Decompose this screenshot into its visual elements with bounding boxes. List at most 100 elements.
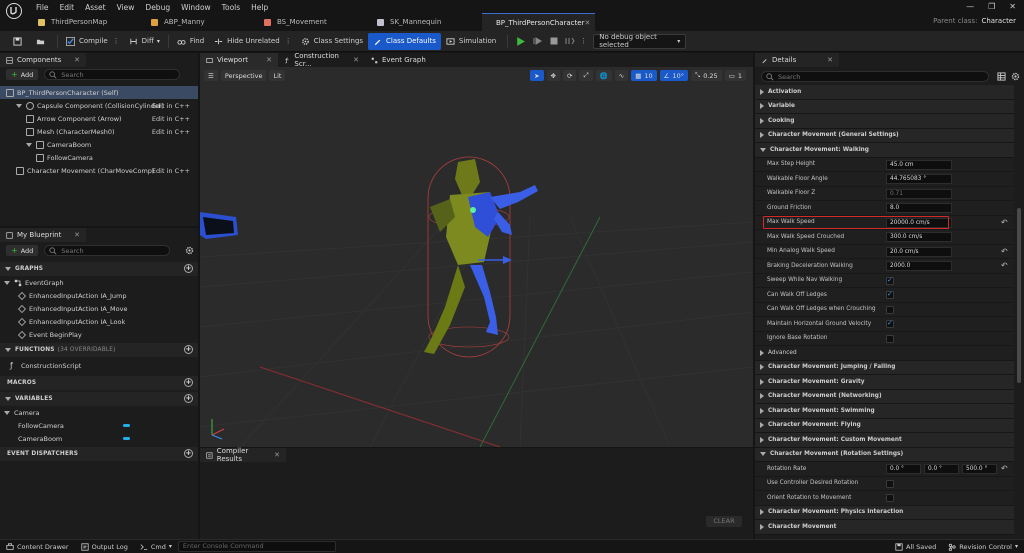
- variable-type-icon[interactable]: [123, 437, 130, 440]
- simulation-button[interactable]: Simulation: [441, 33, 501, 50]
- close-window-icon[interactable]: ✕: [1009, 2, 1016, 11]
- surface-snap-icon[interactable]: ∿: [614, 70, 629, 81]
- property-value-input[interactable]: 45.0 cm: [886, 159, 952, 170]
- viewport[interactable]: ☰ Perspective Lit ➤ ✥ ⟳ ⤢ 🌐 ∿ ▦ 10 ∠ 10° ⤡…: [200, 67, 753, 447]
- property-checkbox[interactable]: [886, 305, 894, 314]
- all-saved-button[interactable]: All Saved: [889, 540, 942, 553]
- component-item[interactable]: Character Movement (CharMoveComp) Edit in…: [0, 164, 198, 177]
- clear-button[interactable]: CLEAR: [706, 516, 742, 527]
- tab-details[interactable]: Details ✕: [755, 53, 839, 67]
- edit-in-cpp-link[interactable]: Edit in C++: [152, 115, 190, 123]
- menu-item-file[interactable]: File: [36, 3, 49, 12]
- details-category[interactable]: Advanced: [755, 346, 1014, 361]
- property-checkbox[interactable]: [886, 479, 894, 488]
- play-icon[interactable]: [515, 36, 526, 47]
- property-matrix-icon[interactable]: [997, 72, 1006, 81]
- stop-icon[interactable]: [549, 36, 559, 46]
- details-category[interactable]: Character Movement: Walking: [755, 143, 1014, 158]
- component-item[interactable]: FollowCamera: [0, 151, 198, 164]
- select-tool-icon[interactable]: ➤: [530, 70, 544, 81]
- details-category[interactable]: Character Movement (Networking): [755, 389, 1014, 404]
- menu-item-edit[interactable]: Edit: [60, 3, 75, 12]
- details-category[interactable]: Character Movement (Rotation Settings): [755, 447, 1014, 462]
- edit-in-cpp-link[interactable]: Edit in C++: [152, 167, 190, 175]
- minimize-icon[interactable]: —: [966, 2, 974, 11]
- macros-section-header[interactable]: MACROS +: [0, 376, 198, 390]
- close-icon[interactable]: ✕: [266, 56, 272, 64]
- doc-tab-thirdpersonmap[interactable]: ThirdPersonMap: [30, 13, 143, 31]
- functions-section-header[interactable]: FUNCTIONS (34 OVERRIDABLE) +: [0, 343, 198, 357]
- menu-item-tools[interactable]: Tools: [222, 3, 240, 12]
- property-value-input[interactable]: 0.71: [886, 188, 952, 199]
- doc-tab-sk-mannequin[interactable]: SK_Mannequin: [369, 13, 482, 31]
- camera-speed-button[interactable]: ▭ 1: [724, 70, 746, 81]
- my-blueprint-search-input[interactable]: Search: [44, 245, 171, 256]
- variable-category[interactable]: Camera: [0, 406, 198, 419]
- rotation-axis-input[interactable]: 0.0 °: [886, 464, 921, 474]
- property-checkbox[interactable]: [886, 319, 894, 328]
- rotate-tool-icon[interactable]: ⟳: [563, 70, 577, 81]
- event-dispatchers-section-header[interactable]: EVENT DISPATCHERS +: [0, 447, 198, 461]
- revision-control-button[interactable]: Revision Control ▾: [942, 540, 1024, 553]
- component-item[interactable]: Mesh (CharacterMesh0) Edit in C++: [0, 125, 198, 138]
- browse-button[interactable]: [31, 33, 54, 50]
- save-button[interactable]: [8, 33, 31, 50]
- menu-item-view[interactable]: View: [117, 3, 135, 12]
- doc-tab-abp-manny[interactable]: ABP_Manny: [143, 13, 256, 31]
- add-component-button[interactable]: + Add: [6, 69, 39, 80]
- hide-unrelated-button[interactable]: Hide Unrelated: [209, 33, 285, 50]
- doc-tab-bp-thirdpersoncharacter[interactable]: BP_ThirdPersonCharacter ✕: [482, 13, 595, 31]
- scale-snap-button[interactable]: ⤡ 0.25: [691, 70, 722, 81]
- component-item[interactable]: Arrow Component (Arrow) Edit in C++: [0, 112, 198, 125]
- components-tab[interactable]: Components ✕: [0, 53, 86, 67]
- play-frame-icon[interactable]: [533, 36, 543, 46]
- class-defaults-button[interactable]: Class Defaults: [368, 32, 441, 50]
- doc-tab-bs-movement[interactable]: BS_Movement: [256, 13, 369, 31]
- details-category[interactable]: Variable: [755, 99, 1014, 114]
- reset-to-default-icon[interactable]: ↶: [1001, 218, 1008, 227]
- compile-button[interactable]: Compile: [61, 33, 113, 50]
- menu-item-debug[interactable]: Debug: [145, 3, 170, 12]
- variables-section-header[interactable]: VARIABLES +: [0, 392, 198, 406]
- details-category[interactable]: Character Movement (General Settings): [755, 128, 1014, 143]
- play-options-icon[interactable]: ⋮: [580, 37, 587, 45]
- output-log-button[interactable]: Output Log: [75, 540, 134, 553]
- rotation-snap-button[interactable]: ∠ 10°: [659, 70, 689, 81]
- details-category[interactable]: Cooking: [755, 114, 1014, 129]
- property-value-input[interactable]: 300.0 cm/s: [886, 232, 952, 242]
- property-value-input[interactable]: 20.0 cm/s: [886, 246, 952, 257]
- property-value-input[interactable]: 44.765083 °: [886, 174, 952, 184]
- close-icon[interactable]: ✕: [274, 451, 280, 459]
- cmd-button[interactable]: Cmd ▾: [134, 540, 178, 553]
- components-search-input[interactable]: Search: [44, 69, 181, 80]
- details-category[interactable]: Character Movement: Jumping / Falling: [755, 360, 1014, 375]
- my-blueprint-tab[interactable]: My Blueprint ✕: [0, 228, 86, 242]
- unreal-logo-icon[interactable]: [6, 3, 22, 19]
- lit-button[interactable]: Lit: [269, 70, 286, 81]
- property-value-input[interactable]: 8.0: [886, 203, 952, 213]
- reset-to-default-icon[interactable]: ↶: [1001, 261, 1008, 270]
- details-category[interactable]: Character Movement: Swimming: [755, 404, 1014, 419]
- close-icon[interactable]: ✕: [74, 231, 80, 239]
- details-category[interactable]: Character Movement: Flying: [755, 418, 1014, 433]
- perspective-button[interactable]: Perspective: [220, 70, 267, 81]
- tab-viewport[interactable]: Viewport ✕: [200, 53, 278, 67]
- event-item[interactable]: Event BeginPlay: [0, 328, 198, 341]
- event-item[interactable]: EnhancedInputAction IA_Jump: [0, 289, 198, 302]
- grid-snap-button[interactable]: ▦ 10: [631, 70, 657, 81]
- maximize-icon[interactable]: ❐: [988, 2, 995, 11]
- details-category[interactable]: Character Movement: Custom Movement: [755, 433, 1014, 448]
- property-checkbox[interactable]: [886, 494, 894, 502]
- component-item[interactable]: BP_ThirdPersonCharacter (Self): [0, 86, 198, 99]
- close-icon[interactable]: ✕: [827, 56, 833, 64]
- property-checkbox[interactable]: [886, 290, 894, 299]
- reset-to-default-icon[interactable]: ↶: [1001, 464, 1008, 473]
- gear-icon[interactable]: [185, 246, 194, 255]
- close-icon[interactable]: ✕: [584, 19, 590, 27]
- menu-item-window[interactable]: Window: [181, 3, 211, 12]
- event-item[interactable]: EnhancedInputAction IA_Look: [0, 315, 198, 328]
- variable-item[interactable]: CameraBoom: [0, 432, 198, 445]
- menu-item-asset[interactable]: Asset: [85, 3, 106, 12]
- details-search-input[interactable]: Search: [761, 71, 989, 82]
- rotation-axis-input[interactable]: 500.0 °: [962, 464, 997, 474]
